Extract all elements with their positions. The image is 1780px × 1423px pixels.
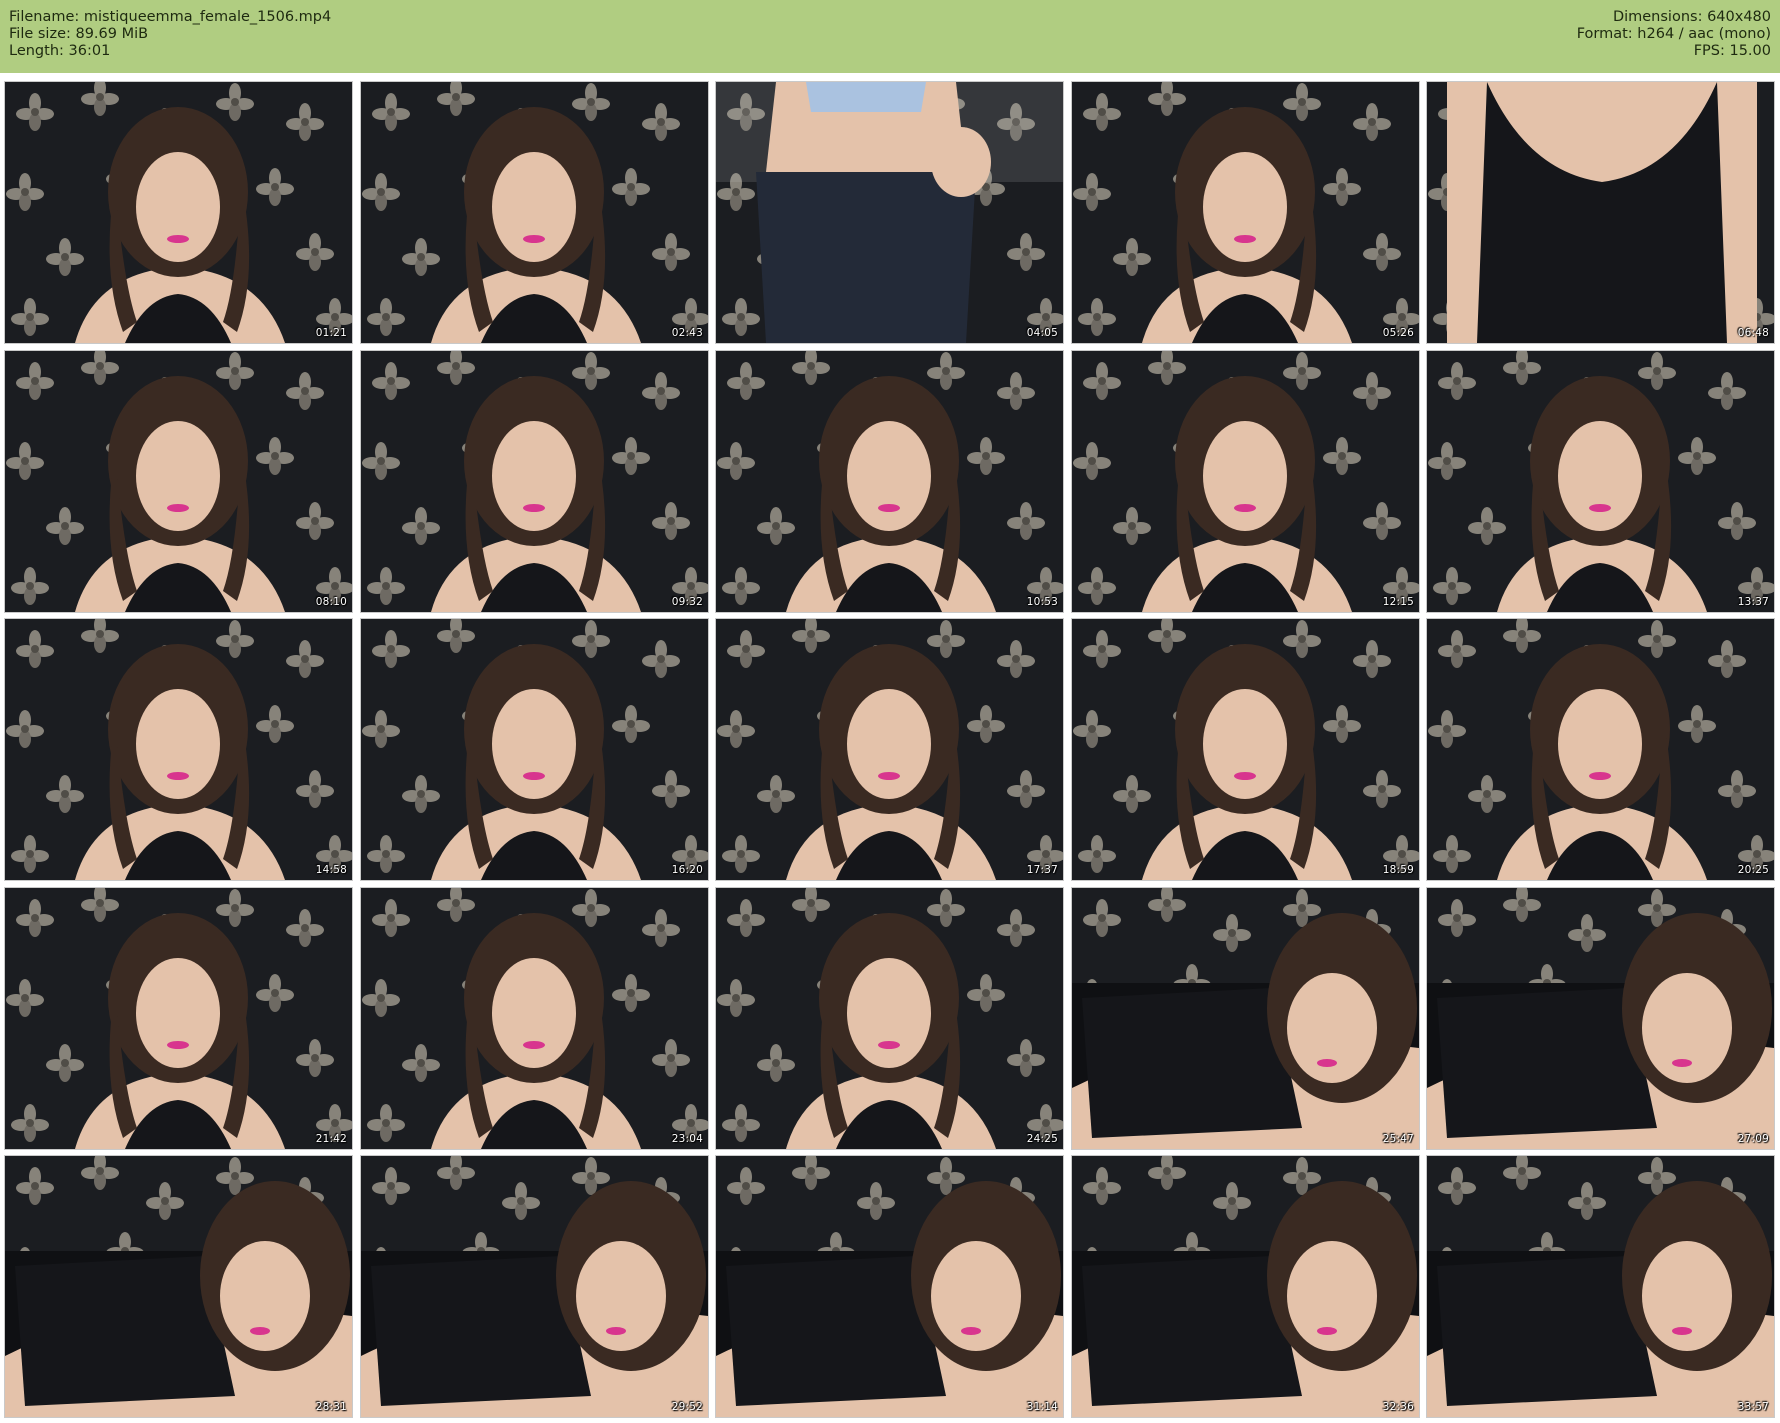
thumbnail-frame-image xyxy=(361,1156,708,1417)
video-thumbnail: 21:42 xyxy=(5,888,352,1149)
format-label: Format: xyxy=(1576,26,1633,42)
thumbnail-frame-image xyxy=(5,82,352,343)
thumbnail-timestamp: 09:32 xyxy=(671,596,703,608)
thumbnail-frame-image xyxy=(1427,351,1774,612)
length-label: Length: xyxy=(9,43,64,59)
thumbnail-timestamp: 17:37 xyxy=(1026,864,1058,876)
thumbnail-timestamp: 25:47 xyxy=(1382,1133,1414,1145)
thumbnail-timestamp: 28:31 xyxy=(315,1401,347,1413)
thumbnail-frame-image xyxy=(5,888,352,1149)
thumbnail-frame-image xyxy=(1427,888,1774,1149)
thumbnail-frame-image xyxy=(716,1156,1063,1417)
thumbnail-frame-image xyxy=(1072,1156,1419,1417)
filesize-line: File size: 89.69 MiB xyxy=(9,26,331,43)
thumbnail-frame-image xyxy=(1072,351,1419,612)
thumbnail-timestamp: 01:21 xyxy=(315,327,347,339)
thumbnail-timestamp: 04:05 xyxy=(1026,327,1058,339)
filesize-label: File size: xyxy=(9,26,71,42)
video-thumbnail: 05:26 xyxy=(1072,82,1419,343)
thumbnail-frame-image xyxy=(716,351,1063,612)
thumbnail-timestamp: 21:42 xyxy=(315,1133,347,1145)
thumbnail-timestamp: 20:25 xyxy=(1737,864,1769,876)
thumbnail-timestamp: 13:37 xyxy=(1737,596,1769,608)
video-thumbnail: 17:37 xyxy=(716,619,1063,880)
thumbnail-frame-image xyxy=(361,888,708,1149)
thumbnail-frame-image xyxy=(1072,82,1419,343)
thumbnail-frame-image xyxy=(361,82,708,343)
video-thumbnail: 14:58 xyxy=(5,619,352,880)
thumbnail-frame-image xyxy=(5,1156,352,1417)
dimensions-value: 640x480 xyxy=(1707,9,1771,25)
thumbnail-timestamp: 23:04 xyxy=(671,1133,703,1145)
thumbnail-frame-image xyxy=(361,351,708,612)
file-info-left: Filename: mistiqueemma_female_1506.mp4 F… xyxy=(9,9,331,60)
video-thumbnail: 28:31 xyxy=(5,1156,352,1417)
video-thumbnail: 33:57 xyxy=(1427,1156,1774,1417)
file-info-right: Dimensions: 640x480 Format: h264 / aac (… xyxy=(1577,9,1771,60)
thumbnail-timestamp: 05:26 xyxy=(1382,327,1414,339)
video-thumbnail: 06:48 xyxy=(1427,82,1774,343)
video-thumbnail: 27:09 xyxy=(1427,888,1774,1149)
thumbnail-frame-image xyxy=(1072,888,1419,1149)
video-thumbnail: 13:37 xyxy=(1427,351,1774,612)
video-thumbnail: 29:52 xyxy=(361,1156,708,1417)
video-thumbnail: 04:05 xyxy=(716,82,1063,343)
thumbnail-grid: 01:21 02:43 04:05 05:26 06:48 08:10 09:32 10:53… xyxy=(5,82,1775,1418)
format-value: h264 / aac (mono) xyxy=(1637,26,1771,42)
thumbnail-timestamp: 12:15 xyxy=(1382,596,1414,608)
filesize-value: 89.69 MiB xyxy=(75,26,149,42)
thumbnail-frame-image xyxy=(1072,619,1419,880)
dimensions-line: Dimensions: 640x480 xyxy=(1577,9,1771,26)
thumbnail-frame-image xyxy=(716,619,1063,880)
thumbnail-frame-image xyxy=(361,619,708,880)
video-thumbnail: 12:15 xyxy=(1072,351,1419,612)
video-thumbnail: 01:21 xyxy=(5,82,352,343)
video-thumbnail: 32:36 xyxy=(1072,1156,1419,1417)
filename-label: Filename: xyxy=(9,9,80,25)
thumbnail-frame-image xyxy=(5,619,352,880)
thumbnail-timestamp: 32:36 xyxy=(1382,1401,1414,1413)
video-thumbnail: 31:14 xyxy=(716,1156,1063,1417)
fps-label: FPS: xyxy=(1693,43,1725,59)
thumbnail-frame-image xyxy=(5,351,352,612)
video-thumbnail: 25:47 xyxy=(1072,888,1419,1149)
filename-line: Filename: mistiqueemma_female_1506.mp4 xyxy=(9,9,331,26)
thumbnail-timestamp: 18:59 xyxy=(1382,864,1414,876)
thumbnail-timestamp: 33:57 xyxy=(1737,1401,1769,1413)
length-line: Length: 36:01 xyxy=(9,43,331,60)
video-thumbnail: 16:20 xyxy=(361,619,708,880)
fps-value: 15.00 xyxy=(1729,43,1771,59)
length-value: 36:01 xyxy=(68,43,111,59)
video-thumbnail: 02:43 xyxy=(361,82,708,343)
thumbnail-timestamp: 27:09 xyxy=(1737,1133,1769,1145)
thumbnail-timestamp: 10:53 xyxy=(1026,596,1058,608)
video-thumbnail: 09:32 xyxy=(361,351,708,612)
thumbnail-timestamp: 29:52 xyxy=(671,1401,703,1413)
video-thumbnail: 23:04 xyxy=(361,888,708,1149)
info-header: Filename: mistiqueemma_female_1506.mp4 F… xyxy=(0,0,1780,73)
video-thumbnail: 24:25 xyxy=(716,888,1063,1149)
video-thumbnail: 10:53 xyxy=(716,351,1063,612)
dimensions-label: Dimensions: xyxy=(1612,9,1703,25)
thumbnail-timestamp: 02:43 xyxy=(671,327,703,339)
thumbnail-frame-image xyxy=(716,888,1063,1149)
thumbnail-frame-image xyxy=(716,82,1063,343)
video-thumbnail: 08:10 xyxy=(5,351,352,612)
thumbnail-frame-image xyxy=(1427,82,1774,343)
thumbnail-timestamp: 31:14 xyxy=(1026,1401,1058,1413)
video-thumbnail: 18:59 xyxy=(1072,619,1419,880)
fps-line: FPS: 15.00 xyxy=(1577,43,1771,60)
filename-value: mistiqueemma_female_1506.mp4 xyxy=(83,9,332,25)
thumbnail-timestamp: 16:20 xyxy=(671,864,703,876)
video-thumbnail: 20:25 xyxy=(1427,619,1774,880)
format-line: Format: h264 / aac (mono) xyxy=(1577,26,1771,43)
thumbnail-timestamp: 14:58 xyxy=(315,864,347,876)
thumbnail-timestamp: 06:48 xyxy=(1737,327,1769,339)
thumbnail-frame-image xyxy=(1427,1156,1774,1417)
thumbnail-frame-image xyxy=(1427,619,1774,880)
thumbnail-timestamp: 24:25 xyxy=(1026,1133,1058,1145)
thumbnail-timestamp: 08:10 xyxy=(315,596,347,608)
